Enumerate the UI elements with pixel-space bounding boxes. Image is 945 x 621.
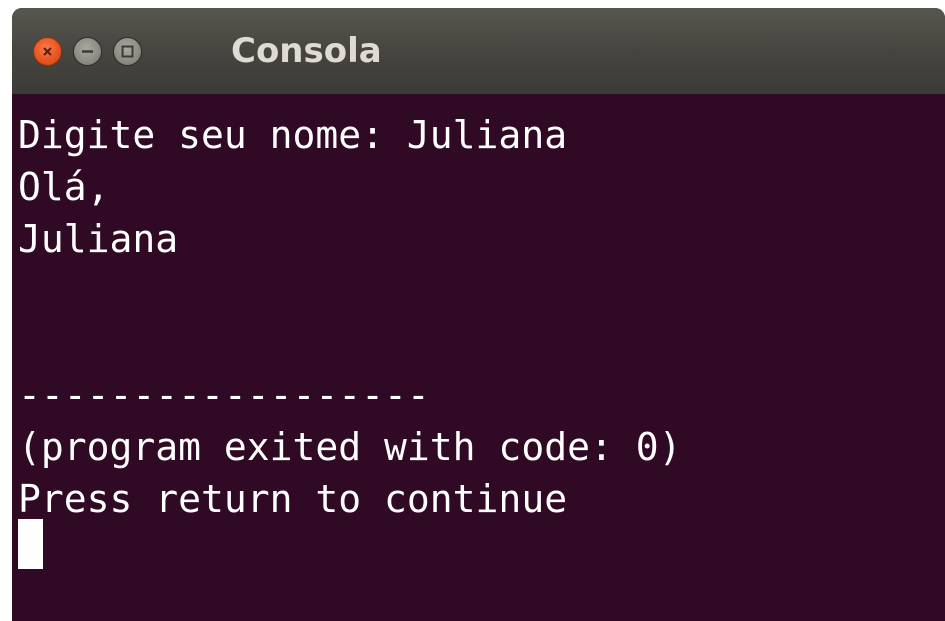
- terminal-line-continue: Press return to continue: [18, 477, 568, 521]
- maximize-button[interactable]: [113, 37, 142, 66]
- terminal-line-greeting: Olá,: [18, 165, 110, 209]
- terminal-line-exit-code: (program exited with code: 0): [18, 425, 682, 469]
- terminal-line-prompt: Digite seu nome: Juliana: [18, 113, 568, 157]
- window-title: Consola: [231, 31, 382, 71]
- title-bar[interactable]: Consola: [12, 8, 945, 94]
- terminal-line-name: Juliana: [18, 217, 179, 261]
- minimize-icon: [82, 50, 93, 53]
- terminal-window: Consola Digite seu nome: Juliana Olá, Ju…: [12, 8, 945, 621]
- text-cursor: [18, 519, 43, 569]
- minimize-button[interactable]: [73, 37, 102, 66]
- close-button[interactable]: [33, 37, 62, 66]
- close-x-icon: [43, 47, 52, 56]
- terminal-line-separator: ------------------: [18, 373, 430, 417]
- terminal-output[interactable]: Digite seu nome: Juliana Olá, Juliana --…: [12, 94, 945, 621]
- maximize-icon: [121, 45, 134, 58]
